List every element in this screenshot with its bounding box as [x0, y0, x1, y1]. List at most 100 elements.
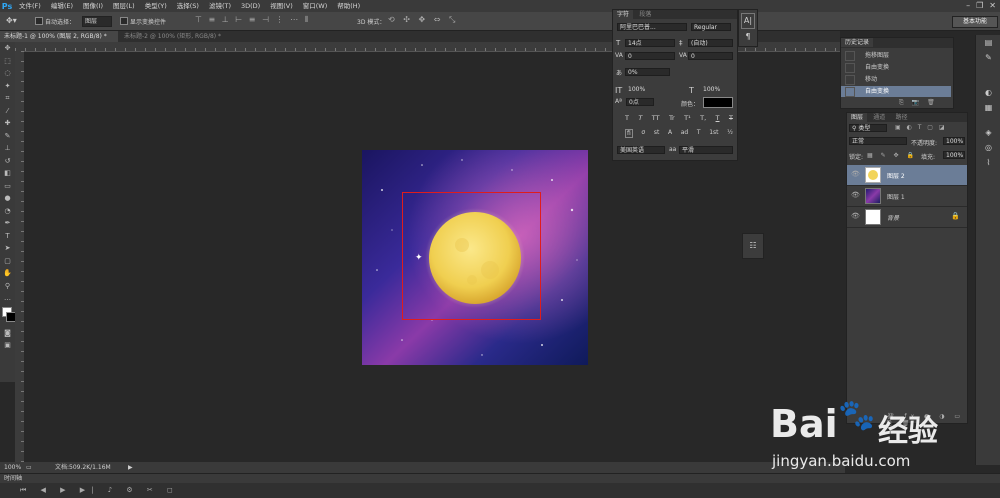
- color-panel-icon[interactable]: ◐: [976, 85, 1000, 100]
- blend-mode-select[interactable]: 正常: [849, 137, 907, 145]
- type-tool-icon[interactable]: T: [0, 230, 15, 243]
- zoom-tool-icon[interactable]: ⚲: [0, 280, 15, 293]
- history-item[interactable]: 拖移图层: [841, 50, 951, 61]
- history-brush-icon[interactable]: ↺: [0, 155, 15, 168]
- show-transform-checkbox[interactable]: [120, 17, 128, 25]
- move-tool-icon[interactable]: ✥▾: [6, 16, 17, 25]
- eyedropper-icon[interactable]: ⁄: [0, 105, 15, 118]
- faux-bold-button[interactable]: T: [625, 114, 629, 122]
- properties-panel-icon[interactable]: ☷: [743, 234, 763, 258]
- brush-tool-icon[interactable]: ✎: [0, 130, 15, 143]
- menu-file[interactable]: 文件(F): [14, 0, 46, 12]
- underline-button[interactable]: T: [716, 114, 720, 122]
- history-item[interactable]: 自由变换: [841, 62, 951, 73]
- lock-icons[interactable]: ▦ ✎ ✥ 🔒: [867, 152, 917, 159]
- history-item[interactable]: 移动: [841, 74, 951, 85]
- tab-history[interactable]: 历史记录: [841, 38, 874, 47]
- all-caps-button[interactable]: TT: [652, 114, 660, 122]
- layer-name[interactable]: 背景: [887, 213, 899, 222]
- superscript-button[interactable]: T¹: [684, 114, 691, 122]
- tab-paragraph[interactable]: 段落: [635, 10, 655, 19]
- tracking-field[interactable]: 0: [688, 52, 733, 60]
- lasso-tool-icon[interactable]: ◌: [0, 67, 15, 80]
- horizontal-scale-field[interactable]: 100%: [701, 86, 733, 94]
- kerning-field[interactable]: 0: [625, 52, 675, 60]
- language-select[interactable]: 美国英语: [617, 146, 665, 154]
- align-icons[interactable]: ⊤ ≡ ⊥ ⊢ ≡ ⊣ ⋮ ⋯ ⫴: [195, 15, 310, 25]
- opacity-field[interactable]: 100%: [943, 137, 965, 145]
- tab-paths[interactable]: 路径: [892, 113, 912, 122]
- maximize-button[interactable]: ❐: [976, 0, 983, 12]
- minimize-button[interactable]: –: [966, 0, 970, 12]
- layer-name[interactable]: 图层 2: [887, 171, 905, 180]
- paths-panel-icon[interactable]: ⌇: [976, 155, 1000, 170]
- character-panel-icon[interactable]: A|: [741, 13, 755, 29]
- tab-channels[interactable]: 通道: [869, 113, 889, 122]
- menu-layer[interactable]: 图层(L): [108, 0, 140, 12]
- dodge-tool-icon[interactable]: ◔: [0, 205, 15, 218]
- stamp-tool-icon[interactable]: ⊥: [0, 142, 15, 155]
- tab-document-1[interactable]: 未标题-1 @ 100% (图层 2, RGB/8) *: [0, 31, 118, 42]
- menu-filter[interactable]: 滤镜(T): [204, 0, 236, 12]
- subscript-button[interactable]: T,: [700, 114, 706, 122]
- menu-type[interactable]: 类型(Y): [140, 0, 172, 12]
- antialias-select[interactable]: 平滑: [679, 146, 733, 154]
- channels-panel-icon[interactable]: ◎: [976, 140, 1000, 155]
- menu-window[interactable]: 窗口(W): [298, 0, 333, 12]
- blur-tool-icon[interactable]: ●: [0, 192, 15, 205]
- pen-tool-icon[interactable]: ✒: [0, 217, 15, 230]
- playback-icons[interactable]: ⏮ ◀ ▶ ▶| ♪ ⚙ ✂ ◻: [20, 486, 179, 495]
- layer-name[interactable]: 图层 1: [887, 192, 905, 201]
- menu-edit[interactable]: 编辑(E): [46, 0, 78, 12]
- fill-field[interactable]: 100%: [943, 151, 965, 159]
- baseline-field[interactable]: 0点: [626, 98, 654, 106]
- layer-filter-icons[interactable]: ▣ ◐ T ▢ ◪: [895, 124, 947, 131]
- layer-filter-select[interactable]: ⚲ 类型: [849, 124, 887, 132]
- close-button[interactable]: ✕: [989, 0, 996, 12]
- font-family-select[interactable]: 阿里巴巴普...: [617, 23, 687, 31]
- strikethrough-button[interactable]: T: [729, 114, 733, 122]
- layer-row-1[interactable]: 👁 图层 1: [847, 186, 967, 207]
- eye-icon[interactable]: 👁: [851, 191, 860, 199]
- workspace-switcher[interactable]: 基本功能: [952, 16, 998, 28]
- eraser-tool-icon[interactable]: ◧: [0, 167, 15, 180]
- menu-3d[interactable]: 3D(D): [236, 0, 265, 12]
- font-size-field[interactable]: 14点: [625, 39, 675, 47]
- font-style-select[interactable]: Regular: [691, 23, 731, 31]
- brushes-panel-icon[interactable]: ✎: [976, 50, 1000, 65]
- more-tools-icon[interactable]: …: [0, 292, 15, 305]
- leading-field[interactable]: (自动): [688, 39, 733, 47]
- screen-mode-icon[interactable]: ▣: [0, 339, 15, 352]
- zoom-level[interactable]: 100%: [4, 462, 21, 473]
- swatches-panel-icon[interactable]: ▦: [976, 100, 1000, 115]
- paragraph-panel-icon[interactable]: ¶: [739, 32, 757, 41]
- discretionary-ligature-button[interactable]: st: [654, 129, 659, 138]
- fractions-button[interactable]: ½: [727, 129, 733, 138]
- eye-icon[interactable]: 👁: [851, 170, 860, 178]
- auto-select-checkbox[interactable]: [35, 17, 43, 25]
- shape-tool-icon[interactable]: ▢: [0, 255, 15, 268]
- tsume-field[interactable]: 0%: [625, 68, 670, 76]
- small-caps-button[interactable]: Tr: [669, 114, 675, 122]
- crop-tool-icon[interactable]: ⌗: [0, 92, 15, 105]
- path-select-icon[interactable]: ➤: [0, 242, 15, 255]
- healing-brush-icon[interactable]: ✚: [0, 117, 15, 130]
- 3d-mode-icons[interactable]: ⟲ ✣ ✥ ⇔ ⤡: [388, 15, 458, 25]
- vertical-scale-field[interactable]: 100%: [626, 86, 666, 94]
- text-color-swatch[interactable]: [703, 97, 733, 108]
- titling-button[interactable]: T: [697, 129, 701, 138]
- menu-help[interactable]: 帮助(H): [332, 0, 365, 12]
- tab-character[interactable]: 字符: [613, 10, 634, 19]
- menu-image[interactable]: 图像(I): [78, 0, 108, 12]
- layer-row-background[interactable]: 👁 背景 🔒: [847, 207, 967, 228]
- auto-select-dropdown[interactable]: 图层: [82, 16, 112, 27]
- menu-select[interactable]: 选择(S): [172, 0, 204, 12]
- move-tool-icon[interactable]: ✥: [0, 42, 15, 55]
- menu-view[interactable]: 视图(V): [265, 0, 298, 12]
- hand-tool-icon[interactable]: ✋: [0, 267, 15, 280]
- document-canvas[interactable]: ✦: [362, 150, 588, 365]
- contextual-alt-button[interactable]: σ: [641, 129, 645, 138]
- history-footer-icons[interactable]: ⎘ 📷 🗑: [899, 99, 938, 107]
- quick-mask-icon[interactable]: ◙: [0, 327, 15, 340]
- status-arrow-icon[interactable]: ▶: [128, 462, 133, 473]
